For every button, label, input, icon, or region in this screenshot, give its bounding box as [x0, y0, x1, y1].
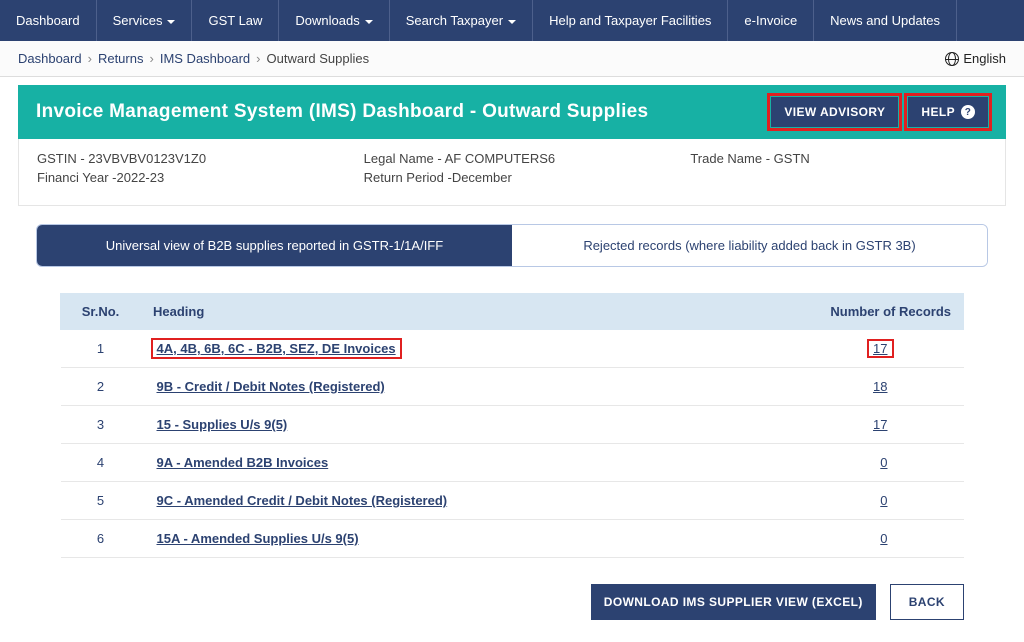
cell-srno: 6 [61, 520, 141, 558]
nav-services[interactable]: Services [97, 0, 193, 41]
col-heading: Heading [141, 294, 724, 330]
nav-einvoice[interactable]: e-Invoice [728, 0, 814, 41]
tabs-container: Universal view of B2B supplies reported … [0, 206, 1024, 267]
trade-name-field: Trade Name - GSTN [690, 151, 987, 166]
count-link[interactable]: 18 [869, 379, 891, 394]
chevron-down-icon [167, 20, 175, 24]
download-excel-button[interactable]: DOWNLOAD IMS SUPPLIER VIEW (EXCEL) [591, 584, 876, 620]
legal-name-field: Legal Name - AF COMPUTERS6 [364, 151, 661, 166]
crumb-returns[interactable]: Returns [98, 51, 144, 66]
chevron-right-icon: › [256, 51, 260, 66]
crumb-ims-dashboard[interactable]: IMS Dashboard [160, 51, 250, 66]
nav-news[interactable]: News and Updates [814, 0, 957, 41]
cell-srno: 3 [61, 406, 141, 444]
help-button[interactable]: HELP ? [908, 97, 988, 127]
records-table: Sr.No. Heading Number of Records 1 4A, 4… [60, 293, 964, 558]
cell-srno: 4 [61, 444, 141, 482]
count-link[interactable]: 17 [869, 417, 891, 432]
heading-link-credit-debit[interactable]: 9B - Credit / Debit Notes (Registered) [153, 378, 389, 395]
chevron-down-icon [365, 20, 373, 24]
count-link[interactable]: 0 [876, 531, 891, 546]
cell-srno: 5 [61, 482, 141, 520]
table-row: 4 9A - Amended B2B Invoices 0 [61, 444, 964, 482]
footer-actions: DOWNLOAD IMS SUPPLIER VIEW (EXCEL) BACK [0, 570, 1024, 642]
taxpayer-meta: GSTIN - 23VBVBV0123V1Z0 Legal Name - AF … [18, 139, 1006, 206]
nav-dashboard[interactable]: Dashboard [0, 0, 97, 41]
gstin-field: GSTIN - 23VBVBV0123V1Z0 [37, 151, 334, 166]
cell-srno: 2 [61, 368, 141, 406]
table-row: 2 9B - Credit / Debit Notes (Registered)… [61, 368, 964, 406]
top-nav: Dashboard Services GST Law Downloads Sea… [0, 0, 1024, 41]
heading-link-amended-credit-debit[interactable]: 9C - Amended Credit / Debit Notes (Regis… [153, 492, 452, 509]
nav-gst-law[interactable]: GST Law [192, 0, 279, 41]
fy-field: Financi Year -2022-23 [37, 170, 334, 185]
view-tabs: Universal view of B2B supplies reported … [36, 224, 988, 267]
col-count: Number of Records [724, 294, 964, 330]
table-row: 5 9C - Amended Credit / Debit Notes (Reg… [61, 482, 964, 520]
language-label: English [963, 51, 1006, 66]
banner-actions: VIEW ADVISORY HELP ? [771, 97, 988, 127]
view-advisory-button[interactable]: VIEW ADVISORY [771, 97, 898, 127]
chevron-right-icon: › [88, 51, 92, 66]
tab-universal-view[interactable]: Universal view of B2B supplies reported … [37, 225, 512, 266]
heading-link-amended-b2b[interactable]: 9A - Amended B2B Invoices [153, 454, 333, 471]
back-button[interactable]: BACK [890, 584, 964, 620]
heading-link-b2b-sez-de[interactable]: 4A, 4B, 6B, 6C - B2B, SEZ, DE Invoices [153, 340, 400, 357]
col-srno: Sr.No. [61, 294, 141, 330]
breadcrumb: Dashboard › Returns › IMS Dashboard › Ou… [18, 51, 369, 66]
nav-search-taxpayer[interactable]: Search Taxpayer [390, 0, 533, 41]
crumb-dashboard[interactable]: Dashboard [18, 51, 82, 66]
heading-link-amended-supplies-95[interactable]: 15A - Amended Supplies U/s 9(5) [153, 530, 363, 547]
page-banner: Invoice Management System (IMS) Dashboar… [18, 85, 1006, 139]
table-row: 1 4A, 4B, 6B, 6C - B2B, SEZ, DE Invoices… [61, 330, 964, 368]
chevron-right-icon: › [149, 51, 153, 66]
tab-rejected-records[interactable]: Rejected records (where liability added … [512, 225, 987, 266]
page-title: Invoice Management System (IMS) Dashboar… [36, 101, 648, 123]
crumb-current: Outward Supplies [267, 51, 370, 66]
chevron-down-icon [508, 20, 516, 24]
count-link[interactable]: 17 [869, 341, 891, 356]
table-row: 3 15 - Supplies U/s 9(5) 17 [61, 406, 964, 444]
language-selector[interactable]: English [945, 51, 1006, 66]
records-table-wrap: Sr.No. Heading Number of Records 1 4A, 4… [0, 267, 1024, 570]
nav-downloads[interactable]: Downloads [279, 0, 389, 41]
period-field: Return Period -December [364, 170, 661, 185]
globe-icon [945, 52, 959, 66]
table-row: 6 15A - Amended Supplies U/s 9(5) 0 [61, 520, 964, 558]
breadcrumb-bar: Dashboard › Returns › IMS Dashboard › Ou… [0, 41, 1024, 77]
cell-srno: 1 [61, 330, 141, 368]
nav-help-facilities[interactable]: Help and Taxpayer Facilities [533, 0, 728, 41]
count-link[interactable]: 0 [876, 493, 891, 508]
help-label: HELP [921, 105, 955, 119]
heading-link-supplies-95[interactable]: 15 - Supplies U/s 9(5) [153, 416, 292, 433]
count-link[interactable]: 0 [876, 455, 891, 470]
help-icon: ? [961, 105, 975, 119]
